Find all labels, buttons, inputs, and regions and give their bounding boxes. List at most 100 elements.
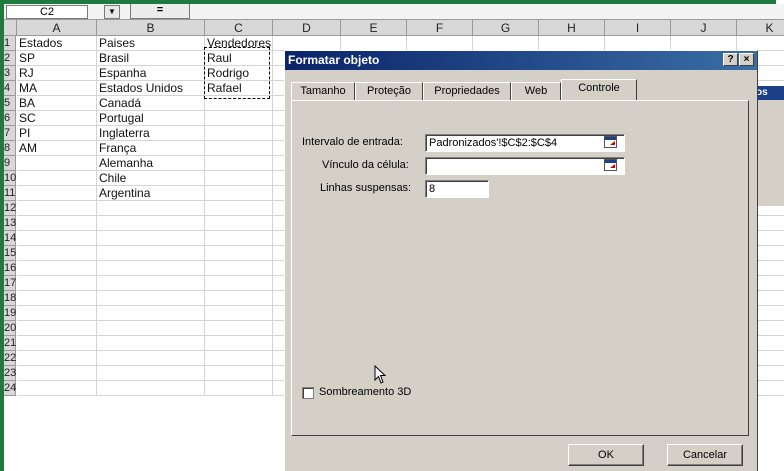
- cell-a16[interactable]: [17, 261, 97, 276]
- cell-c11[interactable]: [205, 186, 273, 201]
- cell-c24[interactable]: [205, 381, 273, 396]
- column-header-j[interactable]: J: [671, 20, 737, 36]
- cell-c17[interactable]: [205, 276, 273, 291]
- column-header-k[interactable]: K: [737, 20, 784, 36]
- cell-b9[interactable]: Alemanha: [97, 156, 205, 171]
- cell-a6[interactable]: SC: [17, 111, 97, 126]
- ok-button[interactable]: OK: [568, 444, 644, 466]
- row-header[interactable]: 21: [4, 336, 16, 351]
- cell-c16[interactable]: [205, 261, 273, 276]
- cell-c13[interactable]: [205, 216, 273, 231]
- help-button[interactable]: ?: [723, 53, 738, 66]
- cell-c23[interactable]: [205, 366, 273, 381]
- cell-b10[interactable]: Chile: [97, 171, 205, 186]
- cell-b24[interactable]: [97, 381, 205, 396]
- column-header-g[interactable]: G: [473, 20, 539, 36]
- cell-d1[interactable]: [273, 36, 341, 51]
- cell-a3[interactable]: RJ: [17, 66, 97, 81]
- cell-a13[interactable]: [17, 216, 97, 231]
- row-header[interactable]: 16: [4, 261, 16, 276]
- cell-i1[interactable]: [605, 36, 671, 51]
- input-range-field[interactable]: Padronizados'!$C$2:$C$4: [425, 134, 625, 152]
- cell-c20[interactable]: [205, 321, 273, 336]
- cell-h1[interactable]: [539, 36, 605, 51]
- row-header[interactable]: 7: [4, 126, 16, 141]
- row-header[interactable]: 23: [4, 366, 16, 381]
- cell-a24[interactable]: [17, 381, 97, 396]
- tab-controle[interactable]: Controle: [561, 79, 637, 101]
- column-header-h[interactable]: H: [539, 20, 605, 36]
- name-box-dropdown-icon[interactable]: ▼: [104, 5, 120, 19]
- cell-c10[interactable]: [205, 171, 273, 186]
- collapse-dialog-icon[interactable]: [604, 159, 617, 171]
- cell-b18[interactable]: [97, 291, 205, 306]
- row-header[interactable]: 14: [4, 231, 16, 246]
- cell-c18[interactable]: [205, 291, 273, 306]
- cell-a4[interactable]: MA: [17, 81, 97, 96]
- cell-c19[interactable]: [205, 306, 273, 321]
- cell-b16[interactable]: [97, 261, 205, 276]
- tab-tamanho[interactable]: Tamanho: [291, 82, 355, 101]
- cell-b3[interactable]: Espanha: [97, 66, 205, 81]
- cell-b20[interactable]: [97, 321, 205, 336]
- cell-c14[interactable]: [205, 231, 273, 246]
- cell-a17[interactable]: [17, 276, 97, 291]
- cell-c6[interactable]: [205, 111, 273, 126]
- cell-c12[interactable]: [205, 201, 273, 216]
- row-header[interactable]: 11: [4, 186, 16, 201]
- cell-a22[interactable]: [17, 351, 97, 366]
- cell-a15[interactable]: [17, 246, 97, 261]
- column-header-c[interactable]: C: [205, 20, 273, 36]
- cell-a1[interactable]: Estados: [17, 36, 97, 51]
- column-header-e[interactable]: E: [341, 20, 407, 36]
- cell-c9[interactable]: [205, 156, 273, 171]
- cell-a14[interactable]: [17, 231, 97, 246]
- name-box[interactable]: C2: [6, 5, 88, 19]
- column-header-d[interactable]: D: [273, 20, 341, 36]
- row-header[interactable]: 20: [4, 321, 16, 336]
- tab-protecao[interactable]: Proteção: [355, 82, 423, 101]
- cell-k1[interactable]: [737, 36, 784, 51]
- cell-b15[interactable]: [97, 246, 205, 261]
- cell-a19[interactable]: [17, 306, 97, 321]
- cell-c7[interactable]: [205, 126, 273, 141]
- cell-link-field[interactable]: [425, 157, 625, 175]
- cell-f1[interactable]: [407, 36, 473, 51]
- cell-a7[interactable]: PI: [17, 126, 97, 141]
- row-header[interactable]: 17: [4, 276, 16, 291]
- row-header[interactable]: 24: [4, 381, 16, 396]
- column-header-a[interactable]: A: [17, 20, 97, 36]
- cell-a23[interactable]: [17, 366, 97, 381]
- cell-b1[interactable]: Paises: [97, 36, 205, 51]
- cell-c15[interactable]: [205, 246, 273, 261]
- cell-c22[interactable]: [205, 351, 273, 366]
- row-header[interactable]: 2: [4, 51, 16, 66]
- row-header[interactable]: 19: [4, 306, 16, 321]
- cell-c8[interactable]: [205, 141, 273, 156]
- row-header[interactable]: 10: [4, 171, 16, 186]
- cell-a11[interactable]: [17, 186, 97, 201]
- cell-g1[interactable]: [473, 36, 539, 51]
- cell-c21[interactable]: [205, 336, 273, 351]
- row-header[interactable]: 12: [4, 201, 16, 216]
- select-all-corner[interactable]: [4, 20, 17, 36]
- row-header[interactable]: 3: [4, 66, 16, 81]
- cell-b13[interactable]: [97, 216, 205, 231]
- cell-b7[interactable]: Inglaterra: [97, 126, 205, 141]
- cell-b19[interactable]: [97, 306, 205, 321]
- column-header-i[interactable]: I: [605, 20, 671, 36]
- cell-b5[interactable]: Canadá: [97, 96, 205, 111]
- cell-a20[interactable]: [17, 321, 97, 336]
- cell-a5[interactable]: BA: [17, 96, 97, 111]
- column-header-b[interactable]: B: [97, 20, 205, 36]
- cancel-button[interactable]: Cancelar: [667, 444, 743, 466]
- cell-b12[interactable]: [97, 201, 205, 216]
- cell-a8[interactable]: AM: [17, 141, 97, 156]
- cell-a21[interactable]: [17, 336, 97, 351]
- row-header[interactable]: 1: [4, 36, 16, 51]
- row-header[interactable]: 5: [4, 96, 16, 111]
- row-header[interactable]: 4: [4, 81, 16, 96]
- cell-a18[interactable]: [17, 291, 97, 306]
- row-header[interactable]: 8: [4, 141, 16, 156]
- row-header[interactable]: 15: [4, 246, 16, 261]
